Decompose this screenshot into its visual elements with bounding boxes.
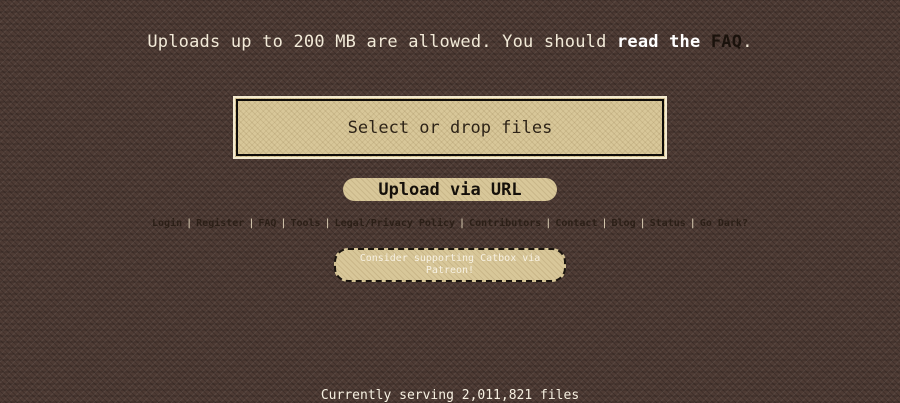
upload-via-url-label: Upload via URL [378, 179, 522, 200]
nav-link-tools[interactable]: Tools [290, 218, 320, 229]
nav-link-status[interactable]: Status [650, 218, 686, 229]
nav-link-legal-privacy[interactable]: Legal/Privacy Policy [335, 218, 455, 229]
nav-link-blog[interactable]: Blog [612, 218, 636, 229]
nav-link-register[interactable]: Register [196, 218, 244, 229]
patreon-support-button[interactable]: Consider supporting Catbox via Patreon! [334, 248, 566, 282]
read-the-text: read the [616, 32, 701, 52]
nav-separator: | [280, 218, 287, 229]
nav-separator: | [601, 218, 608, 229]
upload-via-url-button[interactable]: Upload via URL [343, 178, 557, 201]
nav-separator: | [545, 218, 552, 229]
nav-separator: | [459, 218, 466, 229]
nav-link-faq[interactable]: FAQ [258, 218, 276, 229]
file-drop-zone[interactable]: Select or drop files [233, 96, 667, 159]
faq-link[interactable]: FAQ [711, 32, 742, 52]
files-served-counter: Currently serving 2,011,821 files [320, 388, 580, 403]
nav-separator: | [248, 218, 255, 229]
nav-link-contributors[interactable]: Contributors [469, 218, 541, 229]
nav-separator: | [689, 218, 696, 229]
upload-limit-notice: Uploads up to 200 MB are allowed. You sh… [0, 32, 900, 52]
nav-link-go-dark[interactable]: Go Dark? [700, 218, 748, 229]
notice-suffix: . [742, 32, 753, 52]
notice-prefix: Uploads up to 200 MB are allowed. You sh… [147, 32, 617, 52]
nav-link-contact[interactable]: Contact [555, 218, 597, 229]
nav-separator: | [186, 218, 193, 229]
nav-separator: | [324, 218, 331, 229]
drop-zone-label: Select or drop files [347, 117, 553, 138]
footer-nav: Login | Register | FAQ | Tools | Legal/Privacy P… [0, 218, 900, 229]
patreon-support-text: Consider supporting Catbox via Patreon! [359, 253, 541, 276]
nav-link-login[interactable]: Login [152, 218, 182, 229]
nav-separator: | [639, 218, 646, 229]
